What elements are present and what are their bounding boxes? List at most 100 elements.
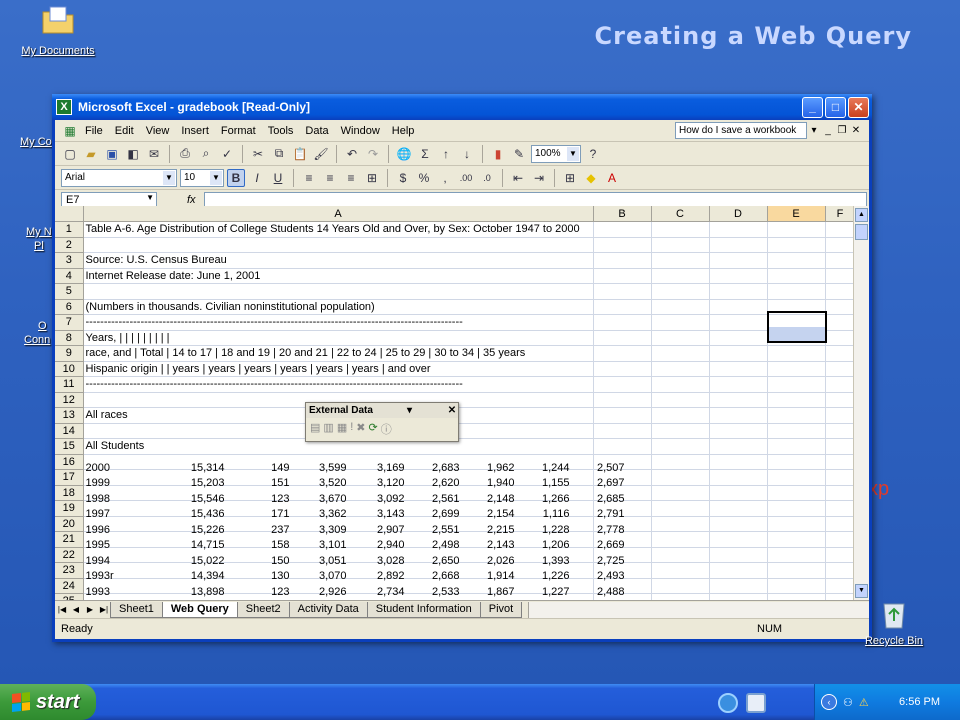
cell-empty[interactable] bbox=[825, 423, 856, 439]
row-header[interactable]: 21 bbox=[55, 531, 84, 548]
cell-empty[interactable] bbox=[651, 376, 710, 393]
cell-empty[interactable] bbox=[709, 361, 768, 377]
cell-empty[interactable] bbox=[593, 407, 652, 424]
format-painter-icon[interactable]: 🖌 bbox=[312, 145, 330, 163]
font-color-icon[interactable]: A bbox=[603, 169, 621, 187]
permission-icon[interactable]: ◧ bbox=[124, 145, 142, 163]
row-header[interactable]: 10 bbox=[55, 361, 84, 377]
menu-insert[interactable]: Insert bbox=[175, 125, 215, 137]
cell-empty[interactable] bbox=[825, 531, 856, 548]
cell-empty[interactable] bbox=[651, 345, 710, 362]
prev-sheet-icon[interactable]: ◀ bbox=[69, 605, 83, 614]
align-left-icon[interactable]: ≡ bbox=[300, 169, 318, 187]
row-header[interactable]: 17 bbox=[55, 469, 84, 486]
sheet-tab-sheet1[interactable]: Sheet1 bbox=[110, 601, 163, 618]
refresh-status-icon[interactable]: ⓘ bbox=[381, 421, 392, 437]
cell-empty[interactable] bbox=[767, 221, 826, 238]
cell-empty[interactable] bbox=[767, 345, 826, 362]
menu-window[interactable]: Window bbox=[335, 125, 386, 137]
column-header-d[interactable]: D bbox=[709, 206, 768, 222]
row-header[interactable]: 23 bbox=[55, 562, 84, 579]
cell-empty[interactable] bbox=[767, 268, 826, 284]
cell-empty[interactable] bbox=[593, 423, 652, 439]
decrease-indent-icon[interactable]: ⇤ bbox=[509, 169, 527, 187]
increase-decimal-icon[interactable]: .00 bbox=[457, 169, 475, 187]
cell-a[interactable]: 1994 15,022 150 3,051 3,028 2,650 2,026 1,393 2,… bbox=[83, 547, 625, 567]
cell-empty[interactable] bbox=[593, 299, 652, 315]
cell-empty[interactable] bbox=[651, 516, 710, 532]
cell-empty[interactable] bbox=[651, 578, 710, 594]
query-parameters-icon[interactable]: ▦ bbox=[337, 421, 347, 437]
cell-empty[interactable] bbox=[767, 423, 826, 439]
maximize-button[interactable]: □ bbox=[825, 96, 846, 118]
cell-empty[interactable] bbox=[709, 376, 768, 393]
refresh-data-icon[interactable]: ! bbox=[350, 421, 353, 437]
cell-empty[interactable] bbox=[651, 407, 710, 424]
cell-empty[interactable] bbox=[651, 438, 710, 455]
drawing-icon[interactable]: ✎ bbox=[510, 145, 528, 163]
quicklaunch-app-icon[interactable] bbox=[746, 693, 766, 713]
cell-empty[interactable] bbox=[651, 454, 710, 470]
menu-edit[interactable]: Edit bbox=[109, 125, 140, 137]
align-center-icon[interactable]: ≡ bbox=[321, 169, 339, 187]
cell-empty[interactable] bbox=[825, 299, 856, 315]
cell-a[interactable]: Years, | | | | | | | | | bbox=[83, 330, 594, 346]
cell-empty[interactable] bbox=[709, 469, 768, 486]
desktop-icon-recycle-bin[interactable]: Recycle Bin bbox=[856, 596, 932, 647]
cell-empty[interactable] bbox=[709, 547, 768, 563]
cell-empty[interactable] bbox=[593, 221, 652, 238]
cell-empty[interactable] bbox=[825, 469, 856, 486]
row-header[interactable]: 22 bbox=[55, 547, 84, 563]
menu-file[interactable]: File bbox=[79, 125, 109, 137]
copy-icon[interactable]: ⧉ bbox=[270, 145, 288, 163]
row-header[interactable]: 14 bbox=[55, 423, 84, 439]
external-data-toolbar[interactable]: External Data ▾ ✕ ▤ ▥ ▦ ! ✖ ⟳ ⓘ bbox=[305, 402, 459, 442]
cell-empty[interactable] bbox=[825, 562, 856, 579]
font-name-combo[interactable]: Arial ▼ bbox=[61, 168, 177, 187]
cell-empty[interactable] bbox=[593, 283, 652, 300]
column-header-f[interactable]: F bbox=[825, 206, 856, 222]
row-header[interactable]: 1 bbox=[55, 221, 84, 238]
cell-empty[interactable] bbox=[593, 268, 652, 284]
redo-icon[interactable]: ↷ bbox=[364, 145, 382, 163]
row-header[interactable]: 4 bbox=[55, 268, 84, 284]
merge-center-icon[interactable]: ⊞ bbox=[363, 169, 381, 187]
horizontal-scrollbar[interactable] bbox=[528, 601, 869, 618]
sheet-tab-pivot[interactable]: Pivot bbox=[479, 601, 523, 618]
desktop-icon-my-documents[interactable]: My Documents bbox=[10, 2, 106, 57]
menu-view[interactable]: View bbox=[140, 125, 176, 137]
cell-a[interactable]: 1996 15,226 237 3,309 2,907 2,551 2,215 1,228 2,… bbox=[83, 516, 625, 536]
start-button[interactable]: start bbox=[0, 684, 96, 720]
sheet-tab-web-query[interactable]: Web Query bbox=[161, 601, 238, 618]
cell-empty[interactable] bbox=[651, 268, 710, 284]
italic-icon[interactable]: I bbox=[248, 169, 266, 187]
cell-empty[interactable] bbox=[767, 500, 826, 517]
cell-a[interactable]: Internet Release date: June 1, 2001 bbox=[83, 268, 594, 284]
cut-icon[interactable]: ✂ bbox=[249, 145, 267, 163]
doc-close-button[interactable]: ✕ bbox=[849, 125, 863, 136]
select-all-corner[interactable] bbox=[55, 206, 84, 222]
cell-empty[interactable] bbox=[767, 361, 826, 377]
open-icon[interactable]: ▰ bbox=[82, 145, 100, 163]
cell-empty[interactable] bbox=[651, 562, 710, 579]
row-header[interactable]: 3 bbox=[55, 252, 84, 269]
cell-empty[interactable] bbox=[767, 547, 826, 563]
cell-a[interactable]: Table A-6. Age Distribution of College S… bbox=[83, 221, 594, 238]
cell-empty[interactable] bbox=[825, 500, 856, 517]
tray-security-icon[interactable]: ⚠ bbox=[859, 696, 869, 709]
new-icon[interactable]: ▢ bbox=[61, 145, 79, 163]
cell-empty[interactable] bbox=[767, 454, 826, 470]
zoom-combo[interactable]: 100% ▼ bbox=[531, 144, 581, 163]
cell-a[interactable]: (Numbers in thousands. Civilian noninsti… bbox=[83, 299, 594, 315]
cell-empty[interactable] bbox=[709, 392, 768, 408]
cell-a[interactable]: 1993r 14,394 130 3,070 2,892 2,668 1,914 1,226 2… bbox=[83, 562, 625, 582]
clock[interactable]: 6:56 PM bbox=[899, 696, 940, 708]
cell-empty[interactable] bbox=[651, 500, 710, 517]
menu-help[interactable]: Help bbox=[386, 125, 421, 137]
workbook-icon[interactable]: ▦ bbox=[61, 122, 79, 140]
cell-empty[interactable] bbox=[825, 221, 856, 238]
window-titlebar[interactable]: X Microsoft Excel - gradebook [Read-Only… bbox=[52, 94, 872, 120]
row-header[interactable]: 24 bbox=[55, 578, 84, 594]
cell-empty[interactable] bbox=[825, 283, 856, 300]
email-icon[interactable]: ✉ bbox=[145, 145, 163, 163]
